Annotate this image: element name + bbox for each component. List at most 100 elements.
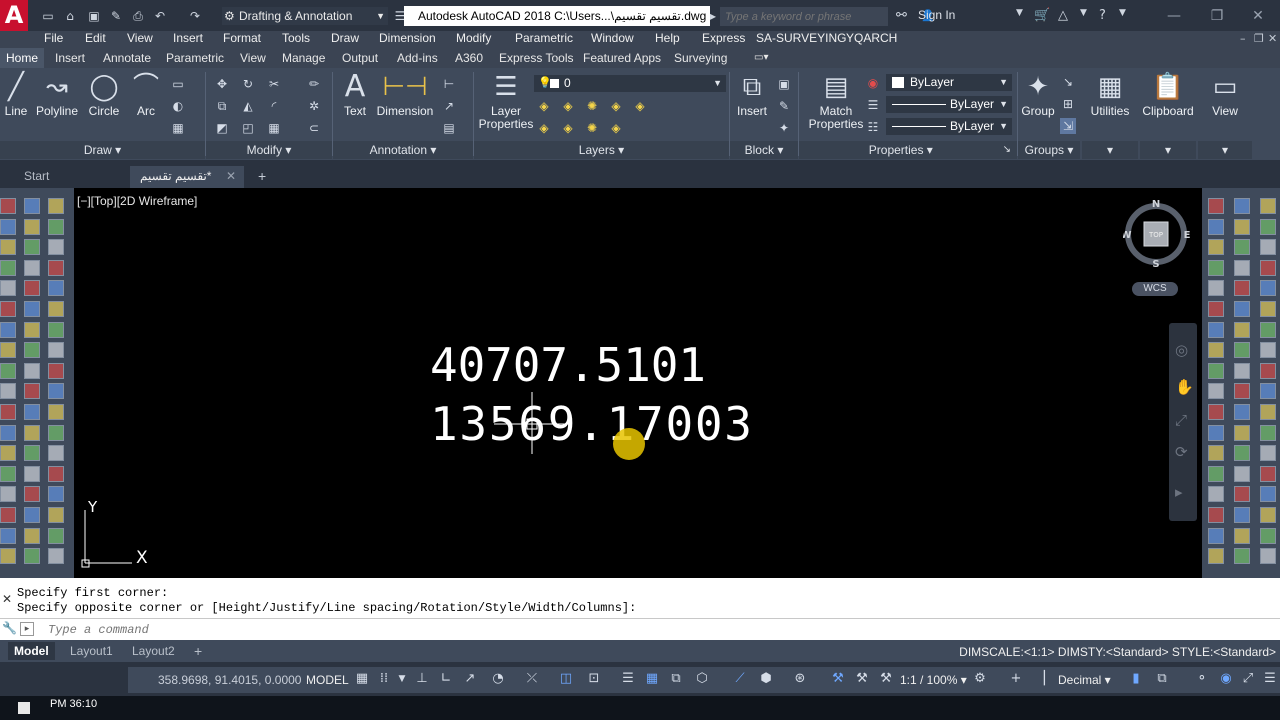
copy-icon[interactable]: ⧉ — [214, 98, 230, 114]
group-select-icon[interactable]: ⇲ — [1060, 118, 1076, 134]
units-icon[interactable]: ▕ — [1032, 671, 1048, 687]
scale-icon[interactable]: ◰ — [240, 120, 256, 136]
toolbar-tool-icon[interactable] — [1260, 527, 1276, 544]
toolbar-tool-icon[interactable] — [1208, 218, 1224, 235]
toolbar-tool-icon[interactable] — [1260, 259, 1276, 276]
toolbar-tool-icon[interactable] — [1208, 342, 1224, 359]
clipboard-panel-expand[interactable]: ▾ — [1140, 141, 1196, 159]
linear-dim-icon[interactable]: ⊢ — [441, 76, 457, 92]
toolbar-tool-icon[interactable] — [1208, 362, 1224, 379]
utilities-tool[interactable]: ▦ Utilities — [1084, 72, 1136, 118]
autocad-logo-button[interactable]: A — [0, 0, 28, 31]
toolbar-tool-icon[interactable] — [1208, 239, 1224, 256]
menu-edit[interactable]: Edit — [85, 31, 106, 48]
arc-tool[interactable]: ⌒ Arc — [130, 72, 162, 118]
toolbar-tool-icon[interactable] — [0, 486, 16, 503]
close-tab-icon[interactable]: ✕ — [226, 166, 236, 186]
lineweight-display-icon[interactable]: ☰ — [620, 671, 636, 687]
toolbar-tool-icon[interactable] — [1208, 280, 1224, 297]
toolbar-tool-icon[interactable] — [1260, 383, 1276, 400]
toolbar-tool-icon[interactable] — [48, 362, 64, 379]
drawing-viewport[interactable]: 40707.5101 13569.17003 Y X [−][Top][2D W… — [74, 188, 1202, 578]
annotation-visibility-icon[interactable]: ⚒ — [830, 671, 846, 687]
tab-model[interactable]: Model — [8, 642, 55, 660]
compass-east[interactable]: E — [1184, 230, 1191, 241]
tab-parametric[interactable]: Parametric — [164, 48, 226, 68]
polyline-tool[interactable]: ↝ Polyline — [34, 72, 80, 118]
snap-icon[interactable]: ⁞⁞ — [376, 671, 392, 687]
toolbar-tool-icon[interactable] — [1234, 280, 1250, 297]
groups-panel-title[interactable]: Groups ▾ — [1018, 141, 1080, 159]
annotation-monitor-icon[interactable]: + — [1008, 671, 1024, 687]
tab-output[interactable]: Output — [340, 48, 380, 68]
toolbar-tool-icon[interactable] — [24, 548, 40, 565]
toolbar-tool-icon[interactable] — [0, 465, 16, 482]
modify-panel-title[interactable]: Modify ▾ — [206, 141, 332, 159]
toolbar-tool-icon[interactable] — [1208, 198, 1224, 214]
grid-icon[interactable]: ▦ — [354, 671, 370, 687]
toolbar-tool-icon[interactable] — [1208, 404, 1224, 420]
toolbar-tool-icon[interactable] — [1234, 486, 1250, 503]
insert-block-tool[interactable]: ⧉ Insert — [732, 72, 772, 118]
clean-screen-icon[interactable]: ⤢ — [1240, 671, 1256, 687]
coordinates-readout[interactable]: 358.9698, 91.4015, 0.0000 — [158, 673, 301, 687]
zoom-icon[interactable]: ⤢ — [1175, 411, 1187, 429]
menu-draw[interactable]: Draw — [331, 31, 359, 48]
rotate-icon[interactable]: ↻ — [240, 76, 256, 92]
sign-in-chevron-icon[interactable]: ▼ — [1016, 8, 1023, 18]
linetype-icon[interactable]: ☷ — [865, 119, 881, 135]
toolbar-tool-icon[interactable] — [0, 362, 16, 379]
trim-icon[interactable]: ✂ — [266, 76, 282, 92]
toolbar-tool-icon[interactable] — [1260, 198, 1276, 214]
command-prompt-icon[interactable]: ▸ — [20, 622, 34, 636]
doc-minimize-icon[interactable]: – — [1240, 32, 1246, 45]
viewcube[interactable]: TOP N S E W — [1123, 200, 1193, 270]
3d-object-snap-icon[interactable]: ⬡ — [694, 671, 710, 687]
customization-icon[interactable]: ☰ — [1262, 671, 1278, 687]
toolbar-tool-icon[interactable] — [1208, 548, 1224, 565]
toolbar-tool-icon[interactable] — [0, 198, 16, 214]
toolbar-tool-icon[interactable] — [24, 218, 40, 235]
toolbar-tool-icon[interactable] — [24, 198, 40, 214]
help-chevron-icon[interactable]: ▼ — [1119, 8, 1126, 18]
circle-tool[interactable]: ◯ Circle — [86, 72, 122, 118]
cart-icon[interactable]: 🛒 — [1034, 8, 1050, 23]
toolbar-tool-icon[interactable] — [1234, 445, 1250, 462]
leader-icon[interactable]: ↗ — [441, 98, 457, 114]
annotation-panel-title[interactable]: Annotation ▾ — [333, 141, 473, 159]
layer-isolate-icon[interactable]: ◈ — [560, 98, 576, 114]
dynamic-ucs-icon[interactable]: ⊡ — [586, 671, 602, 687]
minimize-icon[interactable]: — — [1154, 5, 1194, 27]
lock-ui-icon[interactable]: ⧉ — [1154, 671, 1170, 687]
toolbar-tool-icon[interactable] — [1234, 342, 1250, 359]
group-edit-icon[interactable]: ⊞ — [1060, 96, 1076, 112]
linetype-dropdown[interactable]: ByLayer ▼ — [886, 118, 1012, 135]
toolbar-tool-icon[interactable] — [1260, 239, 1276, 256]
showmotion-icon[interactable]: ▸ — [1175, 483, 1183, 501]
menu-sa-surveying[interactable]: SA-SURVEYING — [756, 31, 846, 48]
toolbar-tool-icon[interactable] — [1208, 424, 1224, 441]
tab-surveying[interactable]: Surveying — [672, 48, 729, 68]
help-icon[interactable]: ? — [1099, 8, 1106, 23]
compass-west[interactable]: W — [1123, 230, 1132, 241]
toolbar-tool-icon[interactable] — [48, 445, 64, 462]
ortho-icon[interactable]: ∟ — [438, 671, 454, 687]
toolbar-tool-icon[interactable] — [1208, 321, 1224, 338]
layer-thaw-icon[interactable]: ✺ — [584, 120, 600, 136]
snap-chevron-icon[interactable]: ▼ — [394, 671, 410, 687]
toolbar-tool-icon[interactable] — [48, 507, 64, 523]
open-file-icon[interactable]: ⌂ — [62, 8, 78, 24]
layers-panel-title[interactable]: Layers ▾ — [474, 141, 729, 159]
maximize-icon[interactable]: ❐ — [1197, 5, 1237, 27]
annotation-autoscale-icon[interactable]: ⚒ — [854, 671, 870, 687]
toolbar-tool-icon[interactable] — [0, 218, 16, 235]
toolbar-tool-icon[interactable] — [48, 259, 64, 276]
drawing-text-2[interactable]: 13569.17003 — [430, 397, 752, 451]
toolbar-tool-icon[interactable] — [24, 259, 40, 276]
toolbar-tool-icon[interactable] — [1234, 465, 1250, 482]
new-file-icon[interactable]: ▭ — [40, 8, 56, 24]
toolbar-tool-icon[interactable] — [24, 445, 40, 462]
ungroup-icon[interactable]: ↘ — [1060, 74, 1076, 90]
dynamic-input-icon[interactable]: ⟋ — [732, 671, 748, 687]
quick-properties-icon[interactable]: ▮ — [1128, 671, 1144, 687]
